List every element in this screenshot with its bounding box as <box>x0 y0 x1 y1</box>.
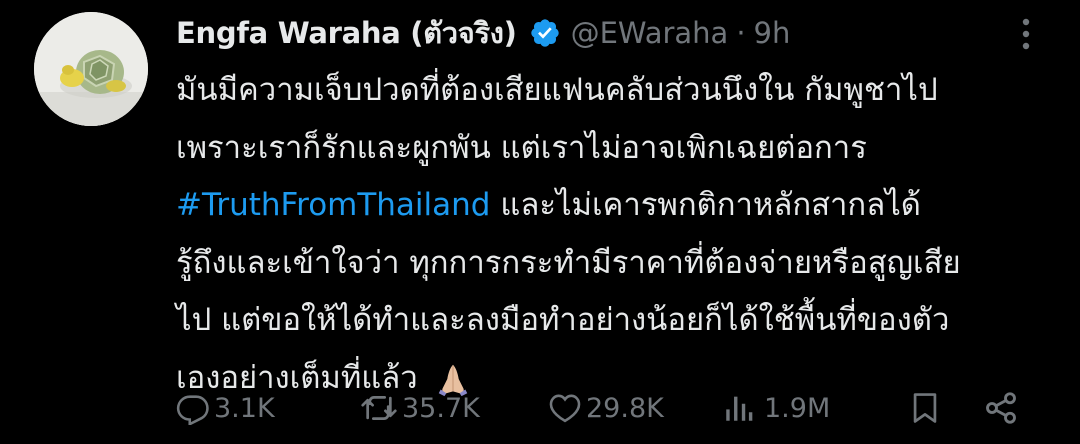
reply-button[interactable]: 3.1K <box>176 380 275 436</box>
tweet-text-line: มันมีความเจ็บปวดที่ต้องเสียแฟนคลับส่วนนึ… <box>176 72 938 108</box>
bookmark-button[interactable] <box>908 380 946 436</box>
display-name[interactable]: Engfa Waraha (ตัวจริง) <box>176 10 517 56</box>
share-icon <box>986 392 1016 424</box>
tweet-text-line: ไป แต่ขอให้ได้ทำและลงมือทำอย่างน้อยก็ได้… <box>176 302 950 338</box>
heart-icon <box>549 394 581 423</box>
tweet-text-line: รู้ถึงและเข้าใจว่า ทุกการกระทำมีราคาที่ต… <box>176 244 961 281</box>
repost-count: 35.7K <box>402 392 480 424</box>
repost-button[interactable]: 35.7K <box>360 380 480 436</box>
like-count: 29.8K <box>586 392 664 424</box>
hashtag-link[interactable]: #TruthFromThailand <box>176 187 490 223</box>
handle[interactable]: @EWaraha <box>571 16 729 50</box>
tweet-text-line: #TruthFromThailand และไม่เคารพกติกาหลักส… <box>176 177 1056 235</box>
share-button[interactable] <box>982 380 1024 436</box>
more-options-icon[interactable] <box>1020 16 1032 52</box>
repost-icon <box>361 396 397 420</box>
reply-count: 3.1K <box>214 392 275 424</box>
tweet-text-line: เพราะเราก็รักและผูกพัน แต่เราไม่อาจเพิกเ… <box>176 129 867 166</box>
view-count: 1.9M <box>764 392 831 424</box>
avatar[interactable] <box>34 12 148 126</box>
avatar-image <box>34 12 148 126</box>
views-button[interactable]: 1.9M <box>724 380 830 436</box>
tweet-actions: 3.1K 35.7K 29.8K 1.9M <box>176 380 1056 436</box>
timestamp[interactable]: 9h <box>754 16 791 50</box>
tweet-text: มันมีความเจ็บปวดที่ต้องเสียแฟนคลับส่วนนึ… <box>176 62 1056 407</box>
tweet-text-segment: และไม่เคารพกติกาหลักสากลได้ <box>490 187 921 223</box>
tweet-header: Engfa Waraha (ตัวจริง) @EWaraha · 9h <box>176 8 790 58</box>
bookmark-icon <box>913 393 937 423</box>
like-button[interactable]: 29.8K <box>548 380 664 436</box>
analytics-icon <box>726 396 753 421</box>
separator-dot: · <box>736 16 746 50</box>
reply-icon <box>176 395 209 425</box>
verified-badge-icon[interactable] <box>529 17 561 49</box>
